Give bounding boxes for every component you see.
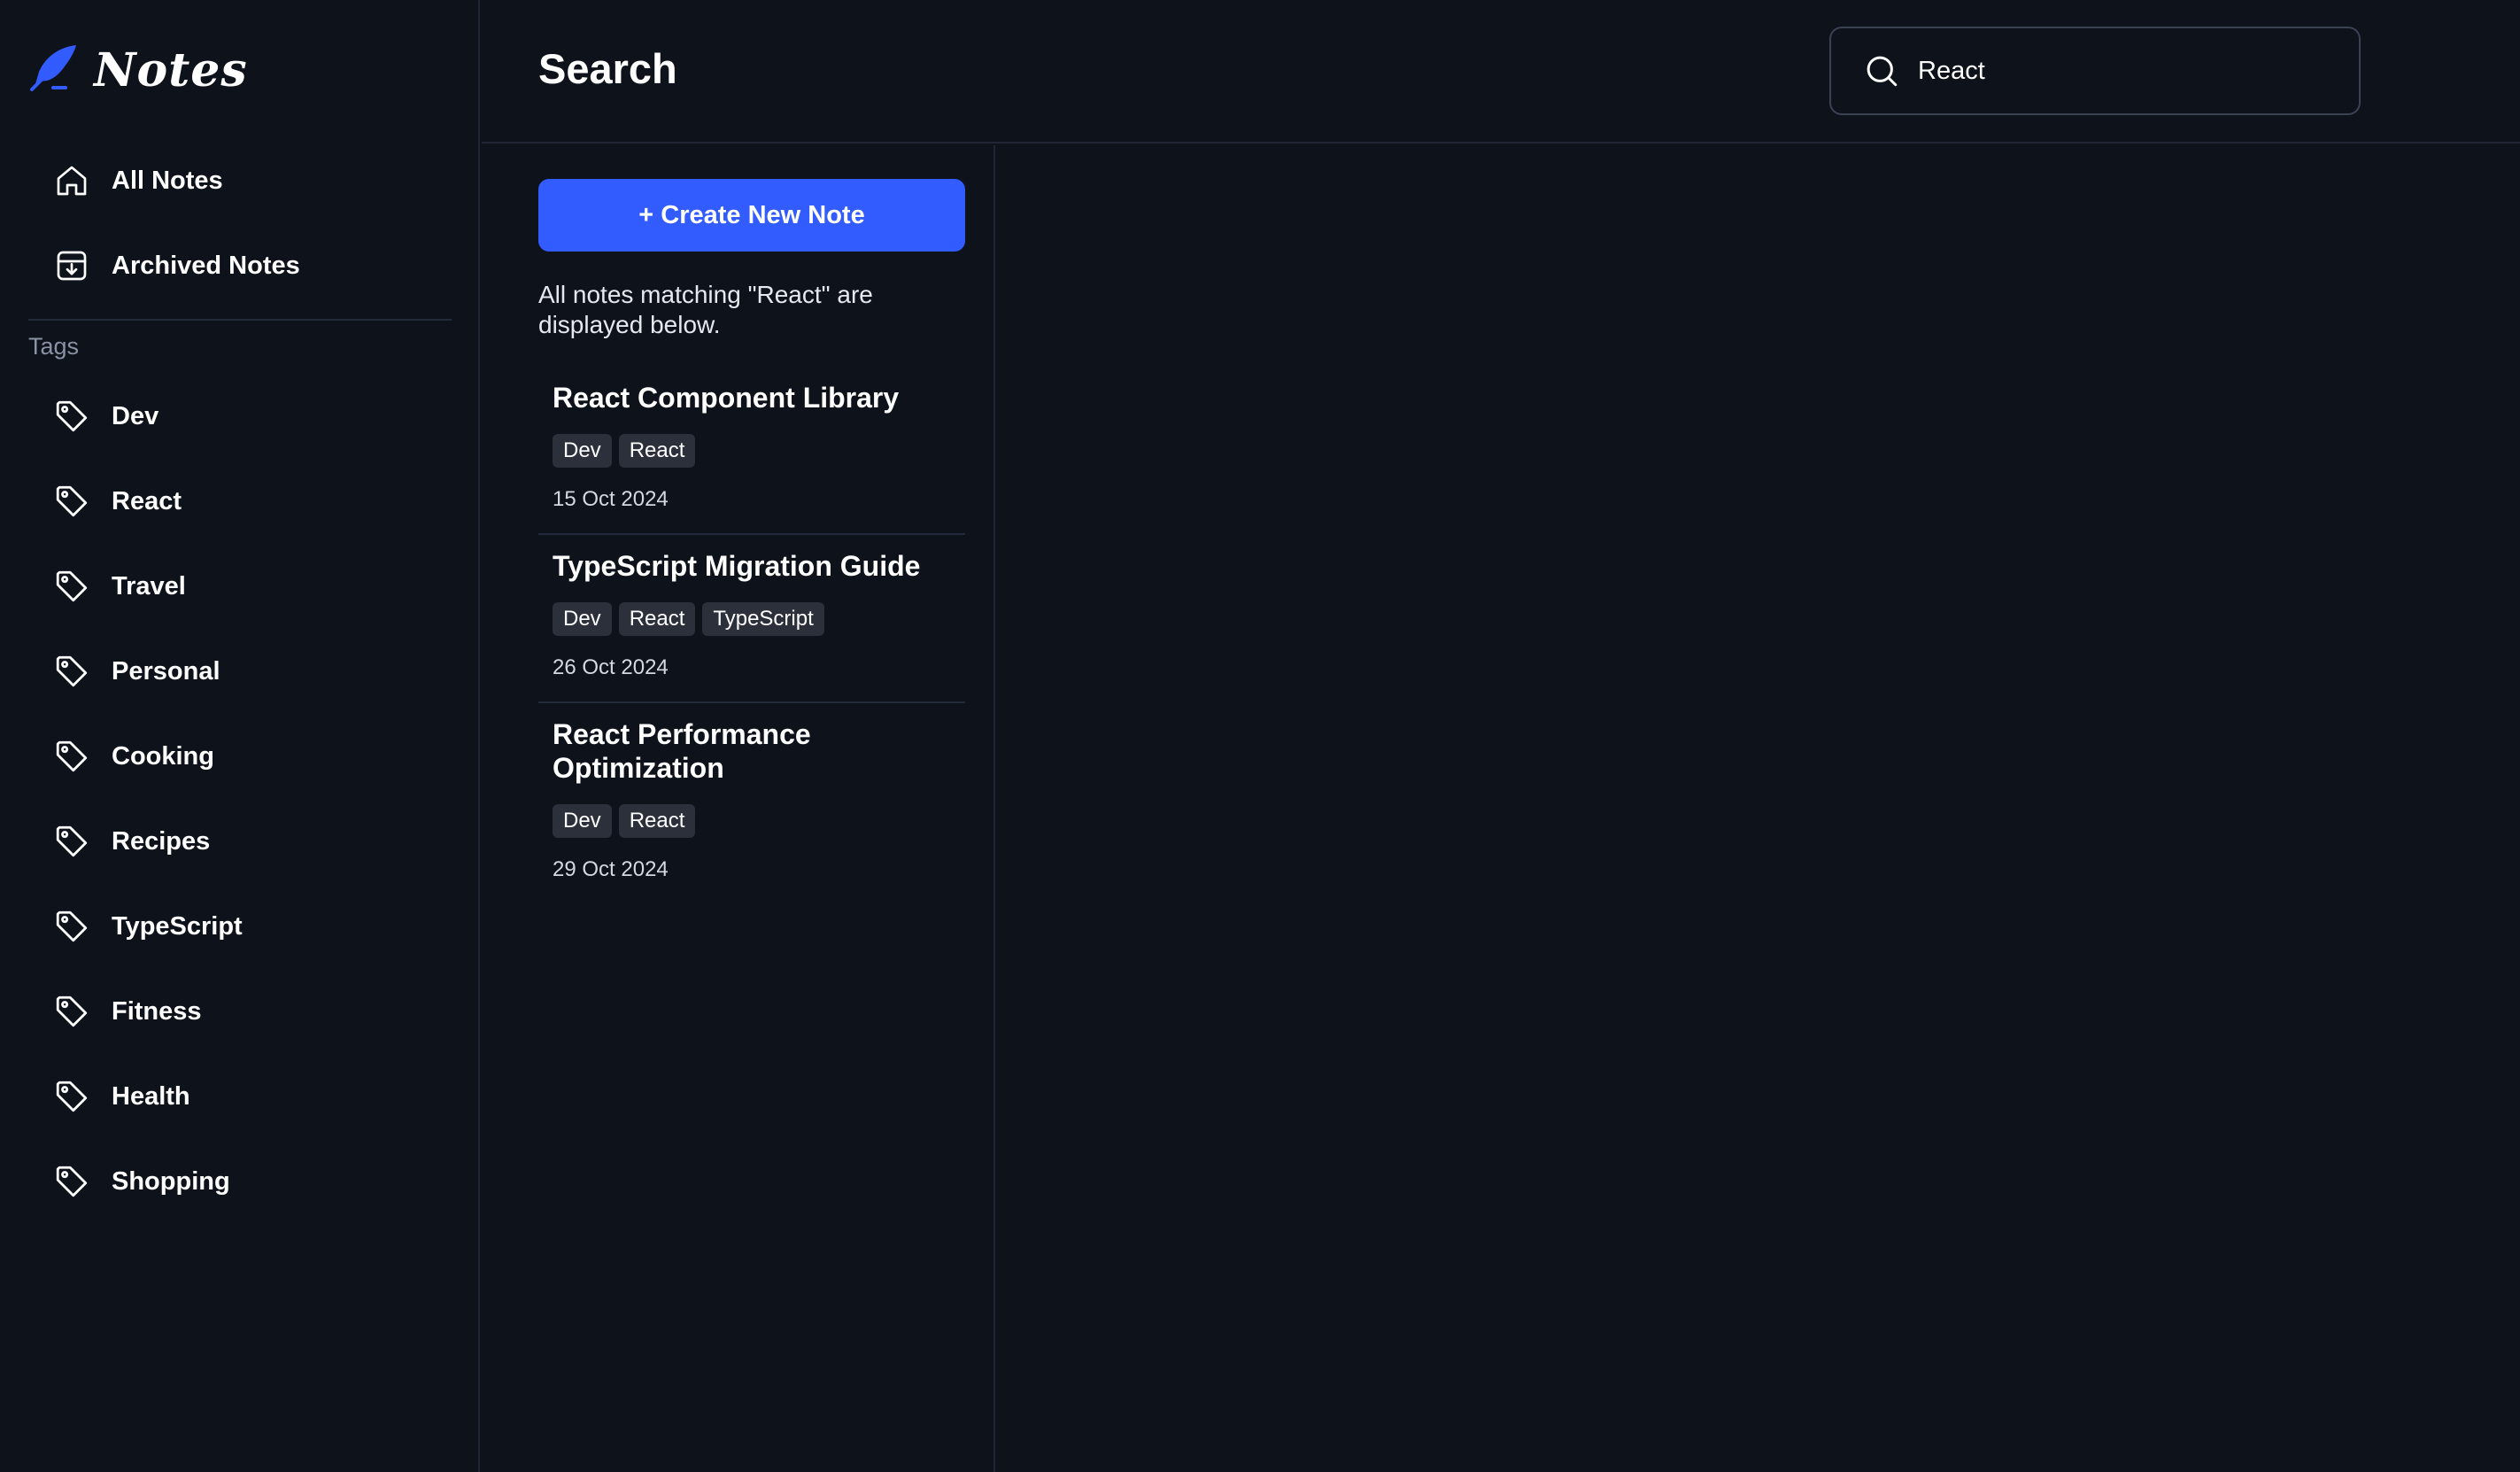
sidebar-divider — [28, 319, 452, 321]
tag-item-label: TypeScript — [112, 911, 243, 941]
tag-icon — [51, 651, 92, 692]
tag-item-label: Dev — [112, 401, 159, 430]
note-card[interactable]: React Performance Optimization Dev React… — [538, 703, 965, 903]
tag-item-label: Health — [112, 1081, 190, 1111]
top-header: Search — [482, 0, 2520, 143]
tag-item-label: Shopping — [112, 1166, 230, 1196]
notes-list-panel: + Create New Note All notes matching "Re… — [482, 145, 995, 1472]
tag-chip: React — [618, 804, 696, 838]
tag-item-label: Cooking — [112, 741, 214, 771]
sidebar: Notes All Notes Archived Notes Tags Dev … — [0, 0, 480, 1472]
notes-app: Notes All Notes Archived Notes Tags Dev … — [0, 0, 2520, 1472]
tag-item-label: Personal — [112, 656, 220, 686]
tag-item-travel[interactable]: Travel — [28, 544, 452, 629]
home-icon — [51, 160, 92, 201]
app-logo[interactable]: Notes — [28, 39, 248, 101]
tag-item-shopping[interactable]: Shopping — [28, 1139, 452, 1224]
nav-item-all-notes[interactable]: All Notes — [28, 138, 452, 223]
note-title: TypeScript Migration Guide — [553, 550, 921, 582]
tag-chip: React — [618, 434, 696, 468]
note-title: React Performance Optimization — [553, 718, 811, 784]
app-name: Notes — [94, 43, 248, 97]
tag-item-react[interactable]: React — [28, 459, 452, 544]
tag-icon — [51, 396, 92, 437]
note-date: 29 Oct 2024 — [553, 857, 669, 881]
tag-icon — [51, 566, 92, 607]
nav-item-label: All Notes — [112, 166, 223, 195]
main-nav: All Notes Archived Notes — [28, 138, 452, 308]
tag-item-health[interactable]: Health — [28, 1054, 452, 1139]
note-tags: Dev React — [553, 804, 951, 838]
tag-chip: Dev — [553, 602, 612, 636]
tag-list: Dev React Travel Personal Cooking Recipe… — [28, 374, 452, 1224]
note-card[interactable]: React Component Library Dev React 15 Oct… — [538, 367, 965, 535]
note-date: 15 Oct 2024 — [553, 487, 669, 511]
tag-item-recipes[interactable]: Recipes — [28, 799, 452, 884]
tag-chip: TypeScript — [702, 602, 824, 636]
tag-icon — [51, 821, 92, 862]
tag-item-fitness[interactable]: Fitness — [28, 969, 452, 1054]
note-date: 26 Oct 2024 — [553, 655, 669, 679]
note-tags: Dev React TypeScript — [553, 602, 951, 636]
search-result-description: All notes matching "React" are displayed… — [538, 281, 873, 338]
archive-icon — [51, 245, 92, 286]
note-title: React Component Library — [553, 382, 900, 414]
tag-icon — [51, 1161, 92, 1202]
search-icon — [1861, 50, 1902, 91]
nav-item-archived-notes[interactable]: Archived Notes — [28, 223, 452, 308]
tag-icon — [51, 1076, 92, 1117]
tag-item-label: Travel — [112, 571, 186, 600]
nav-item-label: Archived Notes — [112, 251, 300, 280]
tag-item-label: Fitness — [112, 996, 202, 1026]
tag-icon — [51, 906, 92, 947]
note-detail-area — [997, 145, 2520, 1472]
tag-icon — [51, 991, 92, 1032]
tag-icon — [51, 736, 92, 777]
create-new-note-button[interactable]: + Create New Note — [538, 179, 965, 252]
tag-item-typescript[interactable]: TypeScript — [28, 884, 452, 969]
tag-item-personal[interactable]: Personal — [28, 629, 452, 714]
note-list: React Component Library Dev React 15 Oct… — [538, 367, 965, 903]
tag-icon — [51, 481, 92, 522]
tag-item-label: Recipes — [112, 826, 211, 856]
tag-item-dev[interactable]: Dev — [28, 374, 452, 459]
tag-chip: Dev — [553, 434, 612, 468]
note-tags: Dev React — [553, 434, 951, 468]
note-card[interactable]: TypeScript Migration Guide Dev React Typ… — [538, 535, 965, 703]
tag-item-cooking[interactable]: Cooking — [28, 714, 452, 799]
feather-logo-icon — [28, 42, 81, 99]
tags-heading: Tags — [28, 333, 80, 360]
page-title: Search — [538, 45, 677, 92]
tag-chip: React — [618, 602, 696, 636]
tag-item-label: React — [112, 486, 182, 515]
tag-chip: Dev — [553, 804, 612, 838]
search-box[interactable] — [1829, 27, 2361, 115]
search-input[interactable] — [1918, 56, 2325, 86]
